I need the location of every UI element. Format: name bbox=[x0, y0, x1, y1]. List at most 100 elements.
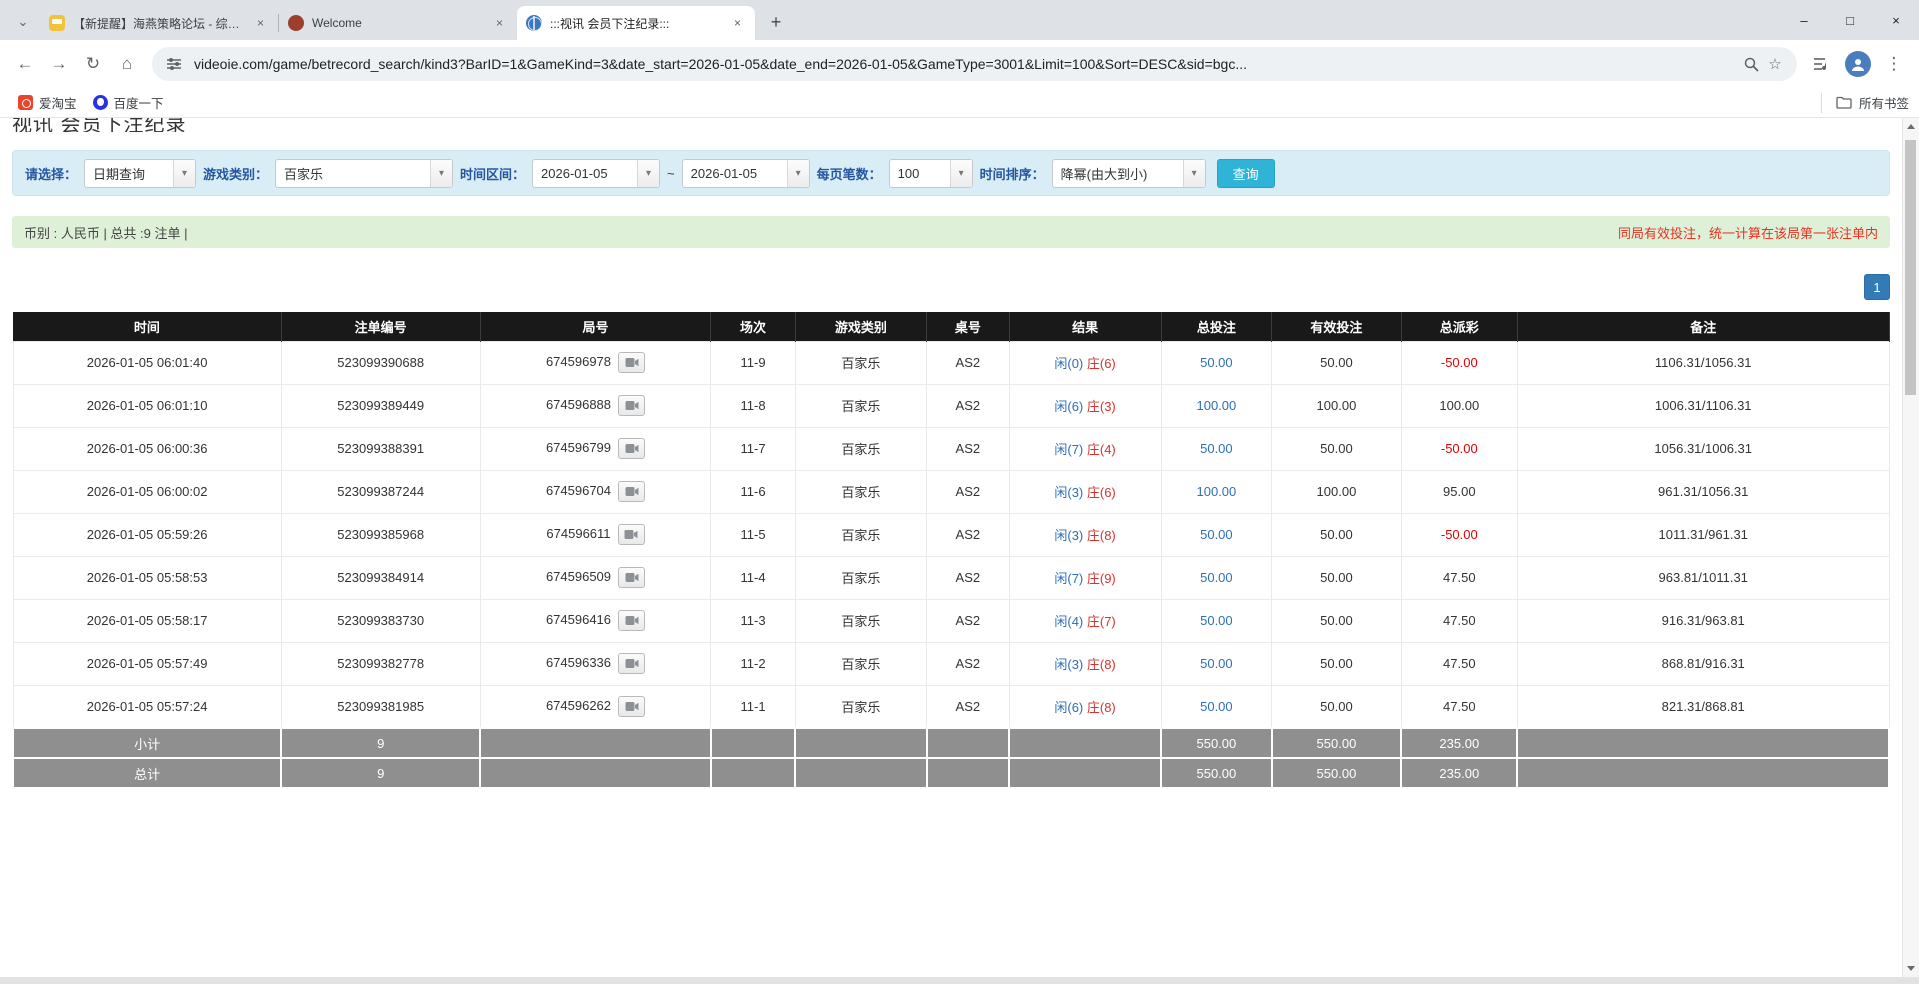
cell-bet-id: 523099382778 bbox=[281, 642, 480, 685]
back-icon[interactable]: ← bbox=[8, 47, 42, 81]
query-type-select[interactable]: 日期查询 ▾ bbox=[84, 159, 196, 188]
cell-time: 2026-01-05 05:57:24 bbox=[13, 685, 281, 728]
col-total-bet: 总投注 bbox=[1161, 312, 1272, 341]
table-header-row: 时间 注单编号 局号 场次 游戏类别 桌号 结果 总投注 有效投注 总派彩 备注 bbox=[13, 312, 1889, 341]
video-replay-button[interactable] bbox=[618, 352, 645, 373]
forward-icon[interactable]: → bbox=[42, 47, 76, 81]
chevron-down-icon: ▾ bbox=[173, 160, 195, 187]
cell-bet-id: 523099383730 bbox=[281, 599, 480, 642]
cell-total-bet: 50.00 bbox=[1161, 642, 1272, 685]
refresh-icon[interactable]: ↻ bbox=[76, 47, 110, 81]
video-replay-button[interactable] bbox=[618, 481, 645, 502]
window-controls: – □ × bbox=[1781, 0, 1919, 40]
tab-forum-favicon-icon bbox=[49, 15, 65, 31]
tab-forum[interactable]: 【新提醒】海燕策略论坛 - 综合... × bbox=[40, 6, 278, 40]
bet-records-table: 时间 注单编号 局号 场次 游戏类别 桌号 结果 总投注 有效投注 总派彩 备注… bbox=[12, 312, 1890, 789]
result-player: 闲(0) bbox=[1054, 356, 1083, 371]
video-replay-button[interactable] bbox=[618, 610, 645, 631]
minimize-button[interactable]: – bbox=[1781, 0, 1827, 40]
cell-valid-bet: 100.00 bbox=[1272, 470, 1401, 513]
table-row: 2026-01-05 06:01:10 523099389449 6745968… bbox=[13, 384, 1889, 427]
per-page-select[interactable]: 100 ▾ bbox=[889, 159, 973, 188]
total-bet-link[interactable]: 50.00 bbox=[1200, 355, 1233, 370]
cell-time: 2026-01-05 06:00:36 bbox=[13, 427, 281, 470]
maximize-button[interactable]: □ bbox=[1827, 0, 1873, 40]
tab-close-icon[interactable]: × bbox=[729, 15, 746, 32]
close-button[interactable]: × bbox=[1873, 0, 1919, 40]
url-text: videoie.com/game/betrecord_search/kind3?… bbox=[194, 56, 1739, 72]
cell-round: 674596978 bbox=[480, 341, 711, 384]
total-bet-link[interactable]: 50.00 bbox=[1200, 570, 1233, 585]
cell-game: 百家乐 bbox=[795, 556, 926, 599]
total-bet-link[interactable]: 50.00 bbox=[1200, 699, 1233, 714]
new-tab-button[interactable]: + bbox=[763, 9, 789, 35]
video-replay-button[interactable] bbox=[618, 524, 645, 545]
cell-payout: 47.50 bbox=[1401, 599, 1517, 642]
date-start-select[interactable]: 2026-01-05 ▾ bbox=[532, 159, 660, 188]
video-replay-button[interactable] bbox=[618, 567, 645, 588]
game-type-select[interactable]: 百家乐 ▾ bbox=[275, 159, 453, 188]
date-range-label: 时间区间： bbox=[460, 164, 525, 183]
total-bet-link[interactable]: 50.00 bbox=[1200, 613, 1233, 628]
result-banker: 庄(6) bbox=[1087, 485, 1116, 500]
toolbar-right-icons: ⋮ bbox=[1805, 47, 1911, 81]
cell-payout: 100.00 bbox=[1401, 384, 1517, 427]
all-bookmarks[interactable]: 所有书签 bbox=[1821, 93, 1909, 113]
tab-close-icon[interactable]: × bbox=[252, 15, 269, 32]
bookmark-star-icon[interactable]: ☆ bbox=[1763, 52, 1787, 76]
video-replay-button[interactable] bbox=[618, 438, 645, 459]
zoom-icon[interactable] bbox=[1739, 52, 1763, 76]
profile-avatar[interactable] bbox=[1845, 51, 1871, 77]
cell-session: 11-5 bbox=[711, 513, 795, 556]
total-bet-link[interactable]: 50.00 bbox=[1200, 656, 1233, 671]
site-info-tune-icon[interactable] bbox=[162, 52, 186, 76]
cell-session: 11-4 bbox=[711, 556, 795, 599]
cell-total-bet: 50.00 bbox=[1161, 427, 1272, 470]
cell-bet-id: 523099384914 bbox=[281, 556, 480, 599]
address-bar[interactable]: videoie.com/game/betrecord_search/kind3?… bbox=[152, 47, 1797, 81]
tab-search-chevron-icon[interactable]: ⌄ bbox=[10, 9, 36, 35]
cell-game: 百家乐 bbox=[795, 599, 926, 642]
filter-bar: 请选择： 日期查询 ▾ 游戏类别： 百家乐 ▾ 时间区间： 2026-01-05… bbox=[12, 150, 1890, 196]
bookmark-baidu[interactable]: 百度一下 bbox=[85, 90, 172, 115]
cell-table-no: AS2 bbox=[927, 642, 1010, 685]
total-bet-link[interactable]: 50.00 bbox=[1200, 527, 1233, 542]
window-bottom-edge bbox=[0, 977, 1919, 984]
video-replay-button[interactable] bbox=[618, 696, 645, 717]
total-bet-link[interactable]: 50.00 bbox=[1200, 441, 1233, 456]
cell-result: 闲(7) 庄(9) bbox=[1009, 556, 1161, 599]
total-bet-link[interactable]: 100.00 bbox=[1197, 484, 1237, 499]
date-end-select[interactable]: 2026-01-05 ▾ bbox=[682, 159, 810, 188]
page-1-button[interactable]: 1 bbox=[1864, 274, 1890, 300]
result-banker: 庄(7) bbox=[1087, 614, 1116, 629]
scroll-down-icon[interactable] bbox=[1903, 960, 1919, 977]
cell-session: 11-7 bbox=[711, 427, 795, 470]
cell-payout: -50.00 bbox=[1401, 341, 1517, 384]
video-replay-button[interactable] bbox=[618, 395, 645, 416]
cell-session: 11-6 bbox=[711, 470, 795, 513]
tab-bet-records-active[interactable]: :::视讯 会员下注纪录::: × bbox=[517, 6, 755, 40]
sort-order-select[interactable]: 降幂(由大到小) ▾ bbox=[1052, 159, 1206, 188]
cell-game: 百家乐 bbox=[795, 341, 926, 384]
tab-welcome-favicon-icon bbox=[288, 15, 304, 31]
cell-round: 674596611 bbox=[480, 513, 711, 556]
tab-close-icon[interactable]: × bbox=[491, 15, 508, 32]
cell-payout: -50.00 bbox=[1401, 513, 1517, 556]
browser-window: ⌄ 【新提醒】海燕策略论坛 - 综合... × Welcome × :::视讯 … bbox=[0, 0, 1919, 118]
cell-total-bet: 100.00 bbox=[1161, 384, 1272, 427]
tab-welcome[interactable]: Welcome × bbox=[279, 6, 517, 40]
media-controls-icon[interactable] bbox=[1805, 47, 1839, 81]
menu-icon[interactable]: ⋮ bbox=[1877, 47, 1911, 81]
video-replay-button[interactable] bbox=[618, 653, 645, 674]
cell-bet-id: 523099388391 bbox=[281, 427, 480, 470]
cell-bet-id: 523099385968 bbox=[281, 513, 480, 556]
cell-valid-bet: 50.00 bbox=[1272, 599, 1401, 642]
bookmark-taobao[interactable]: 爱淘宝 bbox=[10, 90, 85, 115]
vertical-scrollbar[interactable] bbox=[1902, 118, 1919, 977]
search-button[interactable]: 查询 bbox=[1217, 159, 1275, 188]
scroll-up-icon[interactable] bbox=[1903, 118, 1919, 135]
scrollbar-thumb[interactable] bbox=[1905, 140, 1916, 395]
home-icon[interactable]: ⌂ bbox=[110, 47, 144, 81]
total-bet-link[interactable]: 100.00 bbox=[1197, 398, 1237, 413]
cell-note: 1106.31/1056.31 bbox=[1517, 341, 1889, 384]
